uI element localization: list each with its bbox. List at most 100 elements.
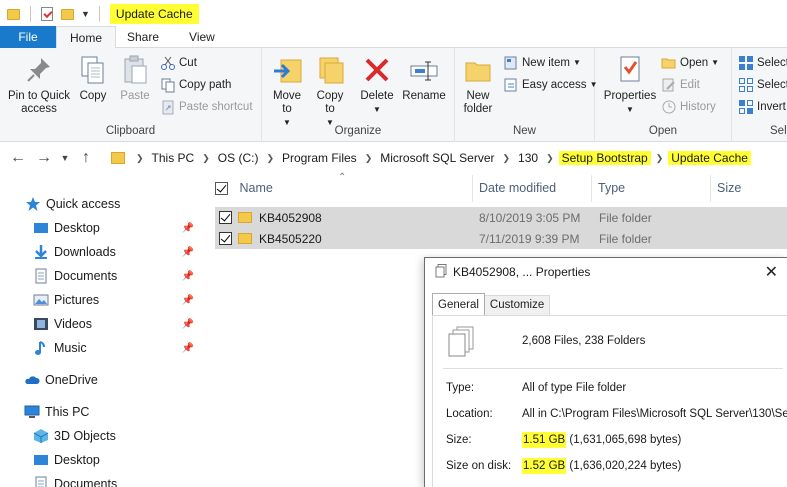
table-row[interactable]: KB4505220 7/11/2019 9:39 PM File folder (215, 228, 787, 249)
cut-button[interactable]: Cut (160, 54, 197, 72)
window-title: Update Cache (109, 4, 199, 24)
back-arrow-icon[interactable]: ← (5, 149, 31, 167)
location-value: All in C:\Program Files\Microsoft SQL Se… (522, 408, 787, 420)
copy-button[interactable]: Copy (76, 54, 110, 103)
nav-quick-access[interactable]: Quick access (0, 192, 200, 216)
tab-general[interactable]: General (432, 293, 485, 315)
row-checkbox[interactable] (219, 232, 232, 245)
open-button[interactable]: Open ▼ (661, 54, 719, 72)
rename-button[interactable]: Rename (402, 54, 446, 103)
dialog-title-bar: KB4052908, ... Properties ✕ (425, 258, 787, 286)
new-folder-button[interactable]: New folder (459, 54, 497, 116)
copy-to-button[interactable]: Copy to ▼ (311, 54, 349, 129)
move-to-button[interactable]: Move to ▼ (268, 54, 306, 129)
nav-3d-objects[interactable]: 3D Objects (0, 424, 200, 448)
invert-selection-button[interactable]: Invert (738, 98, 786, 116)
column-header-date-modified[interactable]: Date modified (473, 175, 592, 202)
chevron-right-icon[interactable]: ❯ (651, 153, 669, 164)
breadcrumb-this-pc[interactable]: This PC (149, 151, 198, 165)
chevron-down-icon: ▼ (373, 105, 381, 114)
invert-selection-icon (738, 99, 754, 115)
column-header-name[interactable]: Name (213, 175, 473, 202)
chevron-down-icon: ▼ (711, 58, 720, 67)
table-row[interactable]: KB4052908 8/10/2019 3:05 PM File folder (215, 207, 787, 228)
up-arrow-icon[interactable]: ↑ (73, 149, 99, 167)
new-item-button[interactable]: New item ▼ (503, 54, 581, 72)
new-folder-icon[interactable] (61, 8, 74, 20)
chevron-right-icon[interactable]: ❯ (131, 153, 149, 164)
history-button[interactable]: History (661, 98, 716, 116)
breadcrumb-os-c[interactable]: OS (C:) (215, 151, 262, 165)
select-all-icon (738, 55, 754, 71)
pin-icon: 📌 (181, 222, 194, 234)
recent-locations-chevron-icon[interactable]: ▼ (57, 153, 73, 163)
chevron-right-icon[interactable]: ❯ (197, 153, 215, 164)
easy-access-button[interactable]: Easy access ▼ (503, 76, 597, 94)
pin-icon: 📌 (181, 270, 194, 282)
nav-music[interactable]: Music 📌 (0, 336, 200, 360)
nav-documents[interactable]: Documents 📌 (0, 264, 200, 288)
select-group-label: Sele (770, 125, 787, 137)
size-on-disk-bytes: (1,636,020,224 bytes) (566, 460, 682, 472)
history-icon (661, 99, 677, 115)
select-all-checkbox[interactable] (215, 182, 228, 196)
address-bar[interactable]: ❯ This PC ❯ OS (C:) ❯ Program Files ❯ Mi… (107, 147, 787, 169)
folder-icon (238, 212, 252, 223)
move-to-icon (271, 54, 303, 86)
document-icon (33, 476, 49, 487)
tab-home[interactable]: Home (56, 26, 116, 49)
size-highlight: 1.51 GB (522, 432, 567, 448)
separator (30, 6, 31, 22)
nav-this-pc[interactable]: This PC (0, 400, 200, 424)
breadcrumb-update-cache[interactable]: Update Cache (668, 151, 751, 165)
column-header-type[interactable]: Type (592, 175, 711, 202)
select-all-button[interactable]: Select (738, 54, 787, 72)
row-checkbox[interactable] (219, 211, 232, 224)
delete-button[interactable]: Delete ▼ (359, 54, 395, 116)
nav-pc-desktop[interactable]: Desktop (0, 448, 200, 472)
forward-arrow-icon[interactable]: → (31, 149, 57, 167)
column-header-size[interactable]: Size (711, 175, 787, 202)
copy-path-button[interactable]: Copy path (160, 76, 231, 94)
properties-icon[interactable] (41, 7, 53, 21)
quick-access-toolbar: ▼ (0, 0, 106, 28)
select-none-button[interactable]: Select (738, 76, 787, 94)
breadcrumb-130[interactable]: 130 (515, 151, 541, 165)
paste-button[interactable]: Paste (116, 54, 154, 103)
nav-onedrive[interactable]: OneDrive (0, 368, 200, 392)
size-label: Size: (446, 434, 472, 446)
close-icon[interactable]: ✕ (765, 262, 778, 282)
breadcrumb-microsoft-sql-server[interactable]: Microsoft SQL Server (377, 151, 497, 165)
chevron-right-icon[interactable]: ❯ (541, 153, 559, 164)
tab-view[interactable]: View (175, 26, 228, 48)
ribbon-tabs: File Home Share View (0, 26, 787, 49)
open-group-label: Open (648, 125, 678, 137)
properties-button[interactable]: Properties ▼ (601, 54, 659, 116)
tab-file[interactable]: File (0, 26, 56, 48)
organize-group: Move to ▼ Copy to ▼ Delete ▼ Rename Organiz… (262, 48, 455, 142)
nav-desktop[interactable]: Desktop 📌 (0, 216, 200, 240)
nav-videos[interactable]: Videos 📌 (0, 312, 200, 336)
separator (98, 6, 100, 22)
multiple-files-icon (447, 326, 477, 361)
chevron-right-icon[interactable]: ❯ (360, 153, 378, 164)
chevron-right-icon[interactable]: ❯ (261, 153, 279, 164)
tab-customize[interactable]: Customize (483, 295, 551, 315)
breadcrumb-setup-bootstrap[interactable]: Setup Bootstrap (558, 151, 651, 165)
copy-path-icon (160, 77, 176, 93)
onedrive-cloud-icon (24, 372, 40, 388)
pin-to-quick-access-button[interactable]: Pin to Quick access (4, 54, 74, 116)
nav-pictures[interactable]: Pictures 📌 (0, 288, 200, 312)
size-bytes: (1,631,065,698 bytes) (566, 434, 682, 446)
paste-shortcut-button[interactable]: Paste shortcut (160, 98, 253, 116)
breadcrumb-program-files[interactable]: Program Files (279, 151, 360, 165)
copy-icon (77, 54, 109, 86)
file-name: KB4052908 (259, 210, 322, 225)
nav-pc-documents[interactable]: Documents (0, 472, 200, 487)
nav-downloads[interactable]: Downloads 📌 (0, 240, 200, 264)
tab-share[interactable]: Share (116, 26, 175, 48)
chevron-right-icon[interactable]: ❯ (498, 153, 516, 164)
new-folder-icon (462, 54, 494, 86)
customize-toolbar-chevron-icon[interactable]: ▼ (81, 9, 90, 19)
edit-button[interactable]: Edit (661, 76, 700, 94)
